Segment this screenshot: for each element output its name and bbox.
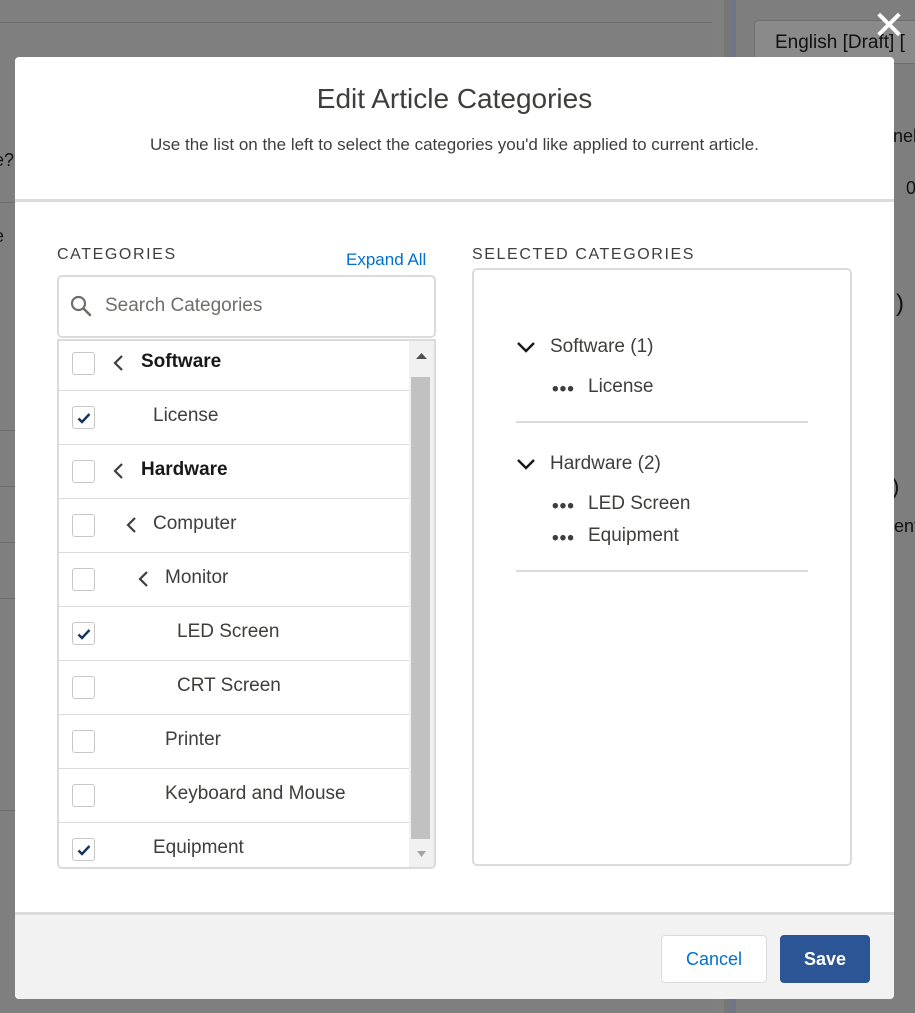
chevron-left-icon[interactable] [125, 514, 139, 536]
category-row[interactable]: Monitor [59, 553, 409, 607]
background-divider [0, 810, 15, 811]
scroll-down-icon[interactable] [409, 841, 434, 867]
checkbox[interactable] [72, 460, 95, 483]
selected-item-label: LED Screen [588, 493, 691, 514]
selected-item-label: Equipment [588, 525, 679, 546]
background-divider [0, 598, 15, 599]
background-divider [0, 542, 15, 543]
item-marker: ••• [552, 379, 575, 400]
checkmark-icon [77, 845, 91, 856]
chevron-left-icon[interactable] [137, 568, 151, 590]
category-label: Keyboard and Mouse [165, 783, 346, 804]
search-box [57, 275, 436, 338]
category-row[interactable]: Keyboard and Mouse [59, 769, 409, 823]
category-label: Equipment [153, 837, 244, 858]
categories-label: CATEGORIES [57, 246, 177, 263]
background-text: 0 [906, 178, 915, 198]
selected-item: ••• LED Screen [552, 493, 691, 517]
category-label: Printer [165, 729, 221, 750]
background-text: ent [894, 516, 915, 536]
checkbox-checked[interactable] [72, 838, 95, 861]
checkbox[interactable] [72, 784, 95, 807]
scroll-thumb[interactable] [411, 377, 430, 839]
chevron-down-icon[interactable] [516, 457, 536, 471]
category-row[interactable]: Hardware [59, 445, 409, 499]
background-text: e? [0, 150, 15, 170]
checkbox-checked[interactable] [72, 622, 95, 645]
search-icon [70, 295, 92, 317]
selected-group-software[interactable]: Software (1) [516, 336, 653, 358]
checkmark-icon [77, 413, 91, 424]
category-row[interactable]: Printer [59, 715, 409, 769]
category-label: CRT Screen [177, 675, 281, 696]
item-marker: ••• [552, 528, 575, 549]
selected-group-title: Hardware (2) [550, 453, 661, 474]
selected-item: ••• Equipment [552, 525, 679, 549]
scrollbar[interactable] [409, 341, 434, 867]
modal-title: Edit Article Categories [316, 83, 593, 114]
checkbox[interactable] [72, 352, 95, 375]
edit-categories-modal: Edit Article Categories Use the list on … [15, 57, 894, 999]
save-button[interactable]: Save [780, 935, 870, 983]
scroll-up-icon[interactable] [409, 341, 434, 371]
category-label: Hardware [141, 459, 228, 480]
background-text: e [0, 226, 4, 247]
category-row[interactable]: CRT Screen [59, 661, 409, 715]
modal-header: Edit Article Categories Use the list on … [15, 57, 894, 202]
category-label: LED Screen [177, 621, 280, 642]
category-row[interactable]: Computer [59, 499, 409, 553]
chevron-left-icon[interactable] [112, 460, 126, 482]
background-text: nel [893, 126, 915, 146]
category-row[interactable]: Software [59, 341, 409, 391]
checkmark-icon [77, 629, 91, 640]
close-icon[interactable]: ✕ [872, 6, 906, 46]
category-label: Software [141, 351, 222, 372]
background-divider [0, 430, 15, 431]
category-label: Monitor [165, 567, 229, 588]
group-divider [516, 570, 808, 572]
category-tree: Software License Hardware Computer Monitor LE… [57, 339, 436, 869]
item-marker: ••• [552, 496, 575, 517]
selected-categories-box: Software (1) ••• License Hardware (2) ••… [472, 268, 852, 866]
selected-item-label: License [588, 376, 654, 397]
checkbox[interactable] [72, 730, 95, 753]
category-label: Computer [153, 513, 237, 534]
group-divider [516, 421, 808, 423]
background-divider [0, 202, 15, 203]
chevron-down-icon[interactable] [516, 340, 536, 354]
selected-group-hardware[interactable]: Hardware (2) [516, 453, 661, 475]
expand-all-link[interactable]: Expand All [346, 250, 426, 270]
category-label: License [153, 405, 219, 426]
cancel-button[interactable]: Cancel [661, 935, 767, 983]
modal-footer: Cancel Save [15, 912, 894, 999]
search-input[interactable] [105, 291, 425, 321]
background-divider [0, 22, 712, 23]
chevron-left-icon[interactable] [112, 352, 126, 374]
category-row[interactable]: Equipment [59, 823, 409, 867]
checkbox[interactable] [72, 676, 95, 699]
checkbox-checked[interactable] [72, 406, 95, 429]
category-row[interactable]: License [59, 391, 409, 445]
selected-categories-label: SELECTED CATEGORIES [472, 246, 696, 263]
category-row[interactable]: LED Screen [59, 607, 409, 661]
background-text: ) [896, 290, 904, 317]
checkbox[interactable] [72, 568, 95, 591]
background-divider [0, 486, 15, 487]
selected-group-title: Software (1) [550, 336, 654, 357]
modal-subtitle: Use the list on the left to select the c… [150, 135, 759, 154]
checkbox[interactable] [72, 514, 95, 537]
selected-item: ••• License [552, 376, 654, 400]
